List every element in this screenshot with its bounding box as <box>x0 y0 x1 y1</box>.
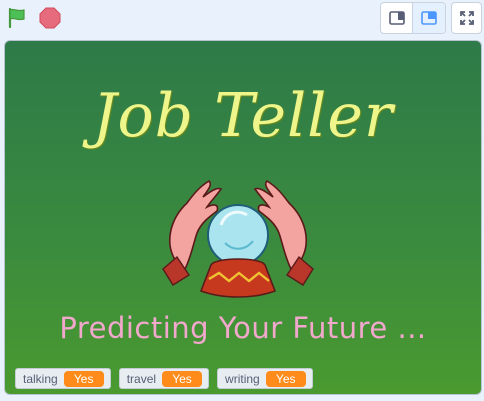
green-flag-icon <box>8 7 25 29</box>
stop-button[interactable] <box>37 5 63 31</box>
variable-monitors: talking Yes travel Yes writing Yes <box>15 368 313 389</box>
stage-title: Job Teller <box>92 81 394 151</box>
monitor-value: Yes <box>162 370 203 387</box>
stage-size-toggle <box>380 2 446 34</box>
monitor-label: talking <box>23 371 58 386</box>
monitor-value: Yes <box>63 370 104 387</box>
small-stage-icon <box>388 11 405 25</box>
variable-monitor-talking[interactable]: talking Yes <box>15 368 111 389</box>
crystal-ball-illustration <box>162 179 314 298</box>
variable-monitor-travel[interactable]: travel Yes <box>118 368 210 389</box>
variable-monitor-writing[interactable]: writing Yes <box>217 368 313 389</box>
monitor-label: writing <box>225 371 260 386</box>
monitor-label: travel <box>126 371 157 386</box>
normal-stage-button[interactable] <box>413 3 445 33</box>
stage-toolbar <box>0 0 484 38</box>
small-stage-button[interactable] <box>381 3 414 33</box>
monitor-value: Yes <box>265 370 306 387</box>
green-flag-button[interactable] <box>4 5 30 31</box>
fullscreen-icon <box>459 11 474 25</box>
stage[interactable]: Job Teller Predicting Your Future ... ta… <box>4 40 482 395</box>
normal-stage-icon <box>421 11 437 25</box>
stage-subtitle: Predicting Your Future ... <box>59 311 427 345</box>
fullscreen-button[interactable] <box>451 2 482 34</box>
stop-sign-icon <box>39 7 61 29</box>
